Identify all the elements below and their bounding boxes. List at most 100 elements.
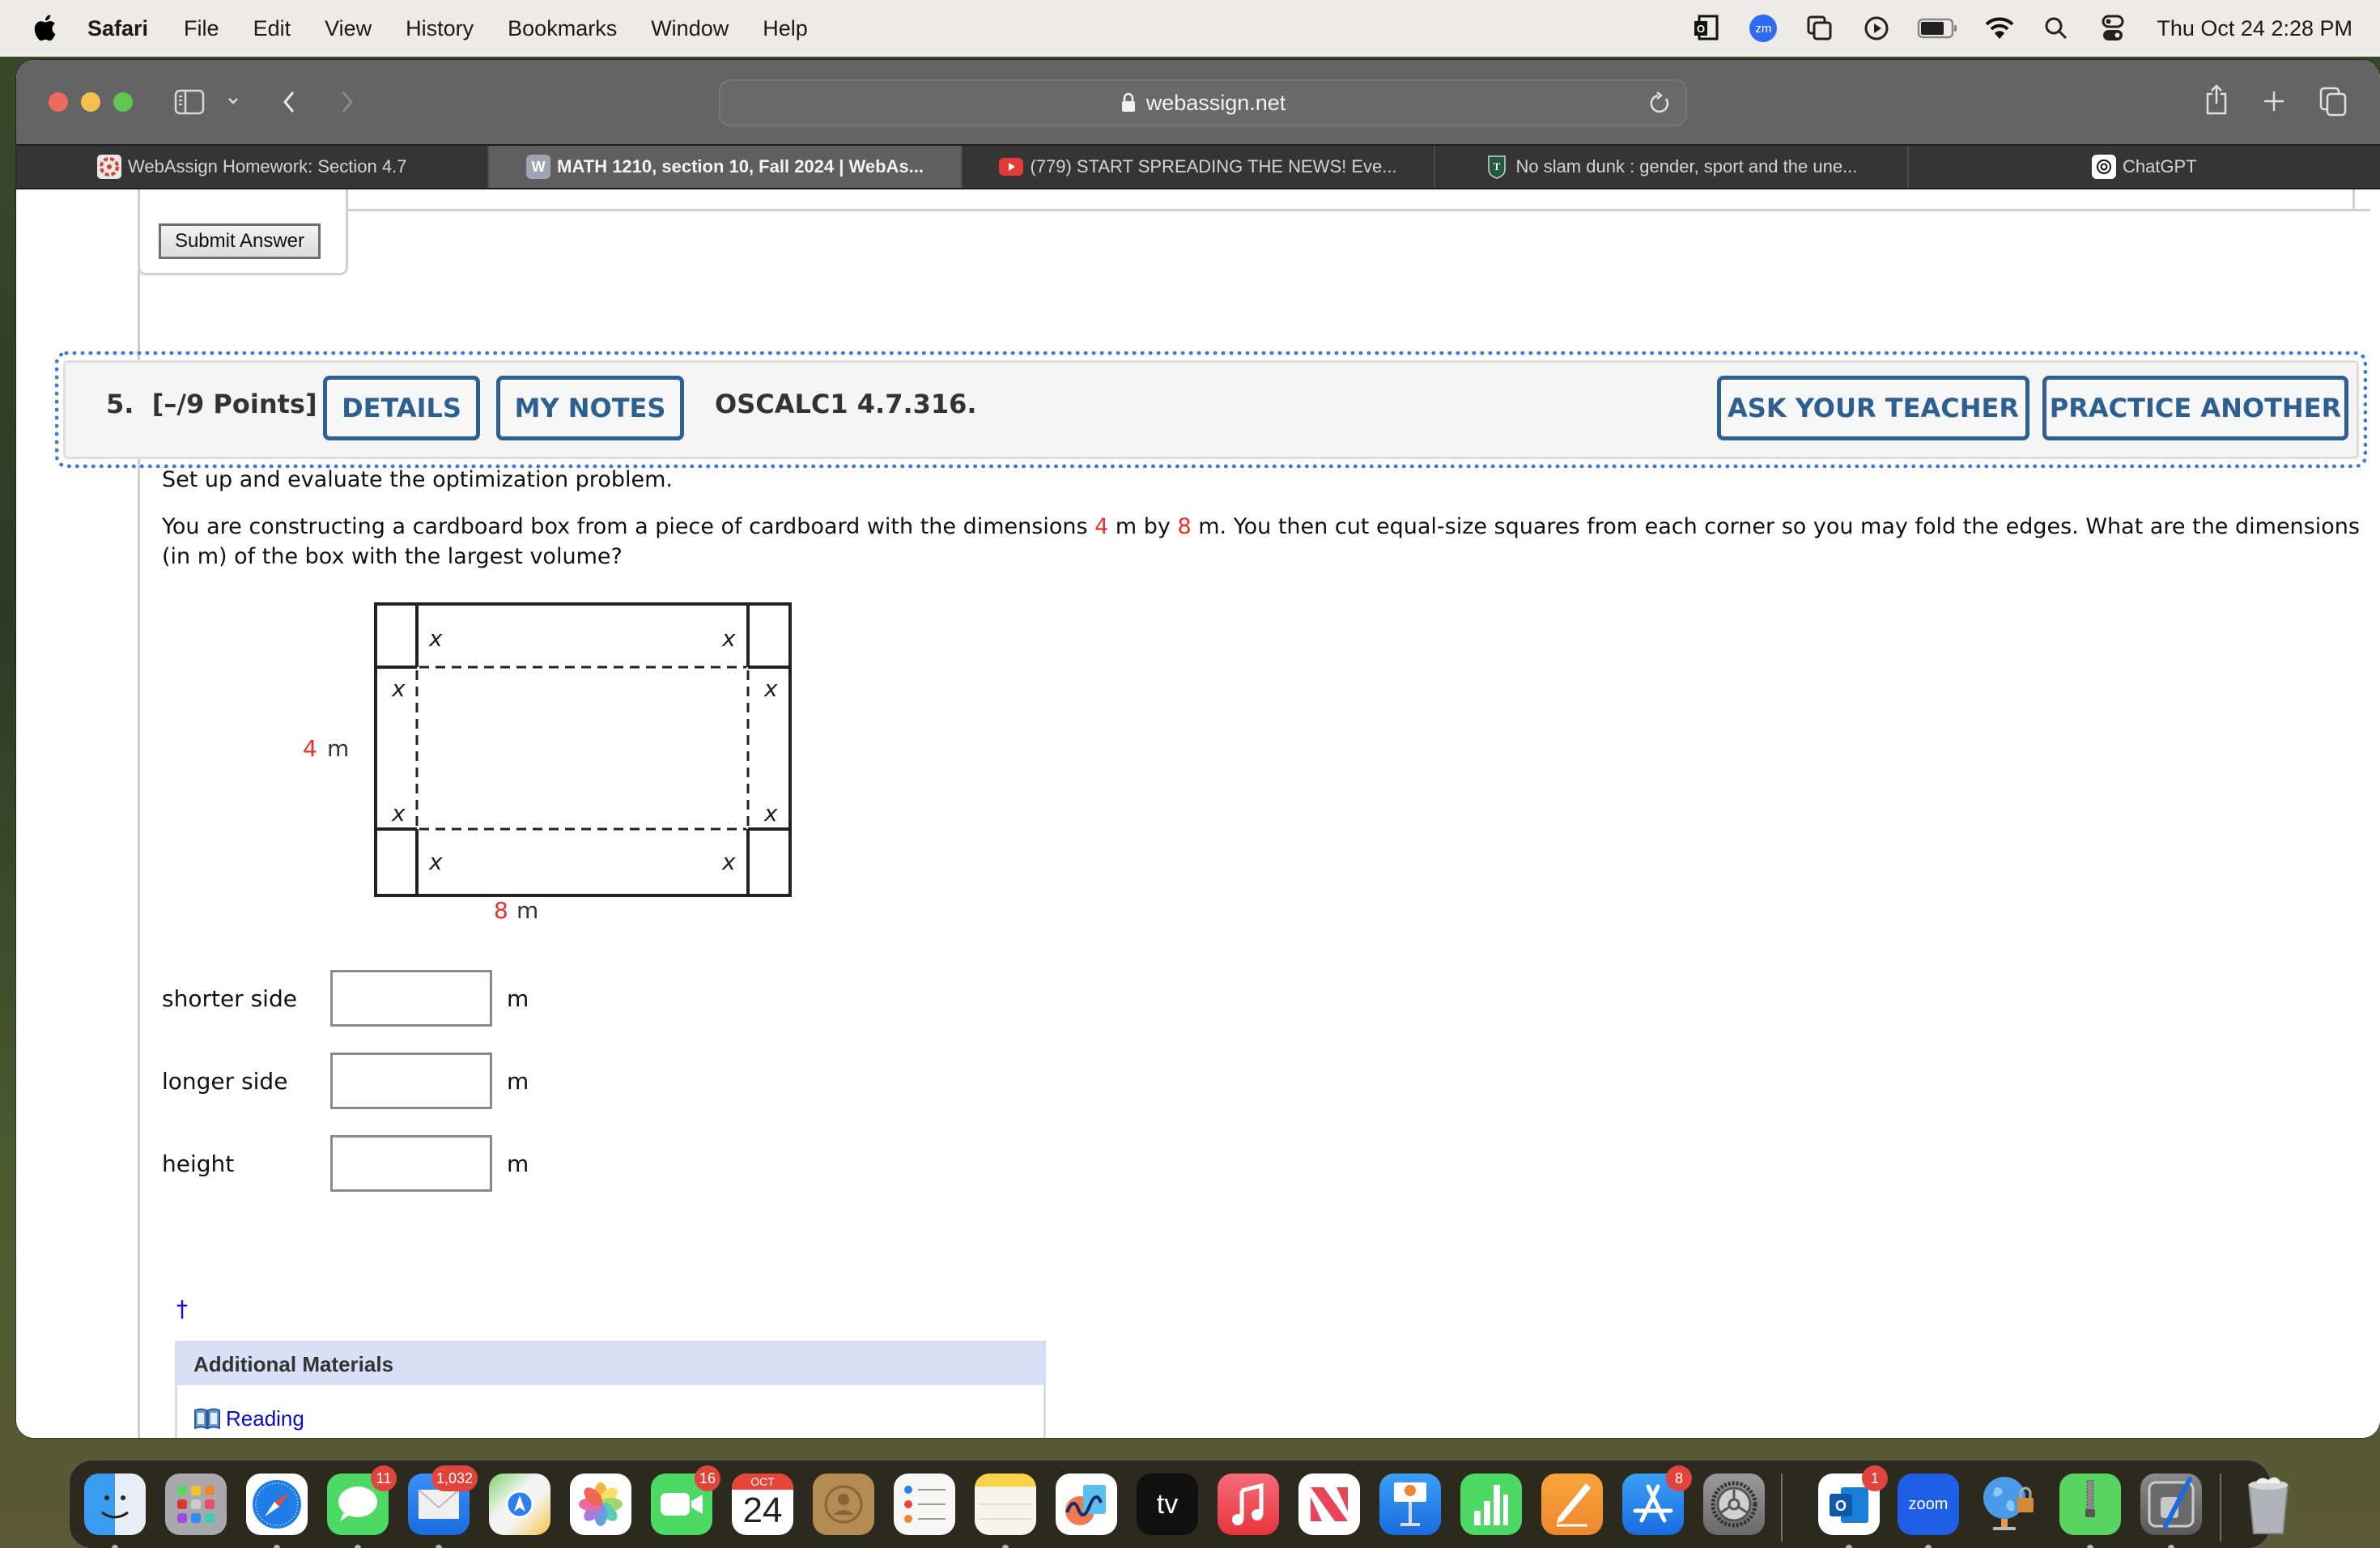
menu-bookmarks[interactable]: Bookmarks (508, 16, 617, 41)
zoom-icon[interactable]: zm (1747, 12, 1779, 45)
dock-calendar[interactable]: OCT 24 (732, 1474, 793, 1535)
close-window-button[interactable] (49, 92, 68, 112)
dock-network-utility[interactable] (1978, 1474, 2040, 1535)
apple-tv-icon: tv (1156, 1488, 1179, 1520)
submit-answer-button[interactable]: Submit Answer (159, 223, 321, 259)
prompt-text: m by (1108, 514, 1178, 539)
dock-finder[interactable] (84, 1474, 146, 1548)
new-tab-plus-icon[interactable] (2260, 87, 2288, 115)
menu-edit[interactable]: Edit (253, 16, 291, 41)
dock-launchpad[interactable] (165, 1474, 227, 1535)
dock-music[interactable] (1218, 1474, 1279, 1535)
details-button[interactable]: DETAILS (323, 376, 480, 440)
finder-icon (101, 1495, 129, 1519)
answer-label: height (162, 1150, 235, 1177)
control-center-icon[interactable] (2097, 12, 2129, 45)
menu-safari[interactable]: Safari (87, 16, 148, 41)
address-bar[interactable]: webassign.net (719, 79, 1687, 126)
dock-photos[interactable] (570, 1474, 631, 1535)
share-icon[interactable] (2202, 81, 2231, 118)
reading-link[interactable]: Reading (193, 1406, 304, 1431)
calendar-month: OCT (732, 1474, 793, 1490)
fullscreen-window-button[interactable] (113, 92, 133, 112)
practice-another-button[interactable]: PRACTICE ANOTHER (2042, 376, 2348, 440)
menu-window[interactable]: Window (651, 16, 729, 41)
back-button[interactable] (277, 84, 301, 120)
play-icon[interactable] (1860, 12, 1893, 45)
tab-no-slam-dunk[interactable]: T No slam dunk : gender, sport and the u… (1435, 146, 1909, 188)
battery-icon[interactable] (1917, 12, 1959, 45)
menu-view[interactable]: View (325, 16, 372, 41)
svg-text:O: O (1835, 1498, 1847, 1514)
my-notes-button[interactable]: MY NOTES (496, 376, 684, 440)
browser-toolbar: webassign.net (16, 60, 2380, 144)
corner-label-x: x (428, 848, 443, 875)
minimize-window-button[interactable] (81, 92, 100, 112)
dock-freeform[interactable] (1056, 1474, 1117, 1535)
keynote-podium-icon (1394, 1482, 1426, 1526)
forward-button[interactable] (335, 84, 359, 120)
calendar-day: 24 (742, 1491, 783, 1530)
question-code: OSCALC1 4.7.316. (715, 389, 977, 419)
tulane-shield-icon: T (1485, 155, 1509, 179)
macos-dock: 11 1,032 16 OCT 24 tv 8 O 1 zoom (68, 1459, 2289, 1548)
messages-icon (338, 1486, 377, 1521)
tab-youtube[interactable]: (779) START SPREADING THE NEWS! Eve... (963, 146, 1436, 188)
longer-side-input[interactable] (330, 1053, 492, 1109)
dagger-footnote-link[interactable]: † (176, 1295, 188, 1322)
dimension-value-2: 8 (1177, 514, 1192, 539)
dock-archive-utility[interactable] (2059, 1474, 2121, 1548)
dock-numbers[interactable] (1460, 1474, 1522, 1535)
dock-news[interactable] (1298, 1474, 1360, 1535)
dock-notes[interactable] (975, 1474, 1036, 1548)
dock-app-store[interactable]: 8 (1622, 1465, 1692, 1535)
reload-icon[interactable] (1648, 91, 1672, 117)
dock-trash[interactable] (2238, 1474, 2299, 1535)
running-indicator (2087, 1545, 2093, 1548)
dock-system-settings[interactable] (1703, 1474, 1765, 1535)
dock-safari[interactable] (246, 1474, 308, 1548)
screen-mirroring-icon[interactable] (1804, 12, 1836, 45)
tab-group-chevron-down-icon[interactable] (225, 89, 241, 113)
menu-bar-clock[interactable]: Thu Oct 24 2:28 PM (2157, 16, 2352, 41)
webassign-w-icon: W (526, 155, 551, 179)
trash-icon (2247, 1477, 2289, 1534)
gear-icon (1711, 1481, 1757, 1528)
tab-chatgpt[interactable]: ChatGPT (1909, 146, 2380, 188)
dock-facetime[interactable]: 16 (651, 1465, 720, 1535)
divider (346, 209, 2370, 211)
spotlight-search-icon[interactable] (2040, 12, 2072, 45)
tab-math-1210[interactable]: W MATH 1210, section 10, Fall 2024 | Web… (489, 146, 963, 188)
zipper-icon (2085, 1480, 2095, 1517)
app-store-icon (1633, 1484, 1673, 1523)
menu-file[interactable]: File (184, 16, 219, 41)
shorter-side-input[interactable] (330, 970, 492, 1027)
dock-contacts[interactable] (813, 1474, 874, 1535)
dock-keynote[interactable] (1379, 1474, 1441, 1535)
wifi-icon[interactable] (1983, 12, 2016, 45)
outlook-icon[interactable]: O (1690, 12, 1723, 45)
dock-pages[interactable] (1541, 1474, 1603, 1535)
dock-messages[interactable]: 11 (327, 1465, 397, 1548)
tab-overview-icon[interactable] (2317, 84, 2349, 118)
menu-help[interactable]: Help (763, 16, 808, 41)
menu-history[interactable]: History (406, 16, 474, 41)
running-indicator (1925, 1545, 1932, 1548)
ask-your-teacher-button[interactable]: ASK YOUR TEACHER (1717, 376, 2029, 440)
dock-apple-tv[interactable]: tv (1137, 1474, 1198, 1535)
dock-script-editor[interactable] (2140, 1474, 2202, 1548)
reminders-list-icon (904, 1486, 946, 1523)
answer-row-height: height m (162, 1135, 529, 1192)
notes-icon (979, 1503, 1032, 1520)
height-input[interactable] (330, 1135, 492, 1192)
tab-webassign-homework[interactable]: WebAssign Homework: Section 4.7 (16, 146, 490, 188)
dock-zoom[interactable]: zoom (1898, 1474, 1959, 1548)
sidebar-toggle-icon[interactable] (173, 86, 206, 118)
corner-label-x: x (763, 800, 778, 827)
dock-outlook[interactable]: O 1 (1818, 1465, 1888, 1548)
apple-menu-icon[interactable] (32, 13, 57, 42)
macos-menu-bar: Safari File Edit View History Bookmarks … (0, 0, 2380, 57)
dock-reminders[interactable] (894, 1474, 955, 1535)
dock-mail[interactable]: 1,032 (408, 1465, 478, 1548)
dock-maps[interactable] (489, 1474, 550, 1535)
